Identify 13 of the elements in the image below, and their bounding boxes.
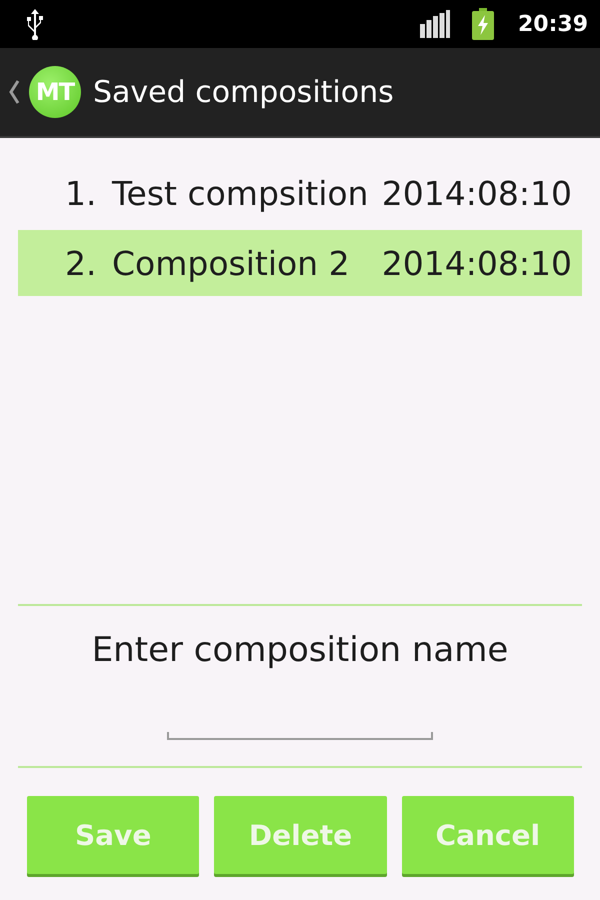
name-prompt: Enter composition name (92, 630, 508, 670)
composition-list-item[interactable]: 1. Test compsition 2014:08:10 (18, 160, 582, 226)
delete-button[interactable]: Delete (214, 796, 387, 874)
status-time: 20:39 (518, 12, 588, 36)
screen-title: Saved compositions (93, 74, 394, 110)
save-button[interactable]: Save (27, 796, 200, 874)
battery-charging-icon (472, 8, 494, 40)
chevron-left-icon[interactable] (8, 80, 20, 104)
composition-list-item[interactable]: 2. Composition 2 2014:08:10 (18, 230, 582, 296)
cancel-button[interactable]: Cancel (402, 796, 574, 874)
app-logo: MT (29, 66, 81, 118)
signal-icon (420, 10, 450, 38)
usb-icon (24, 8, 46, 40)
